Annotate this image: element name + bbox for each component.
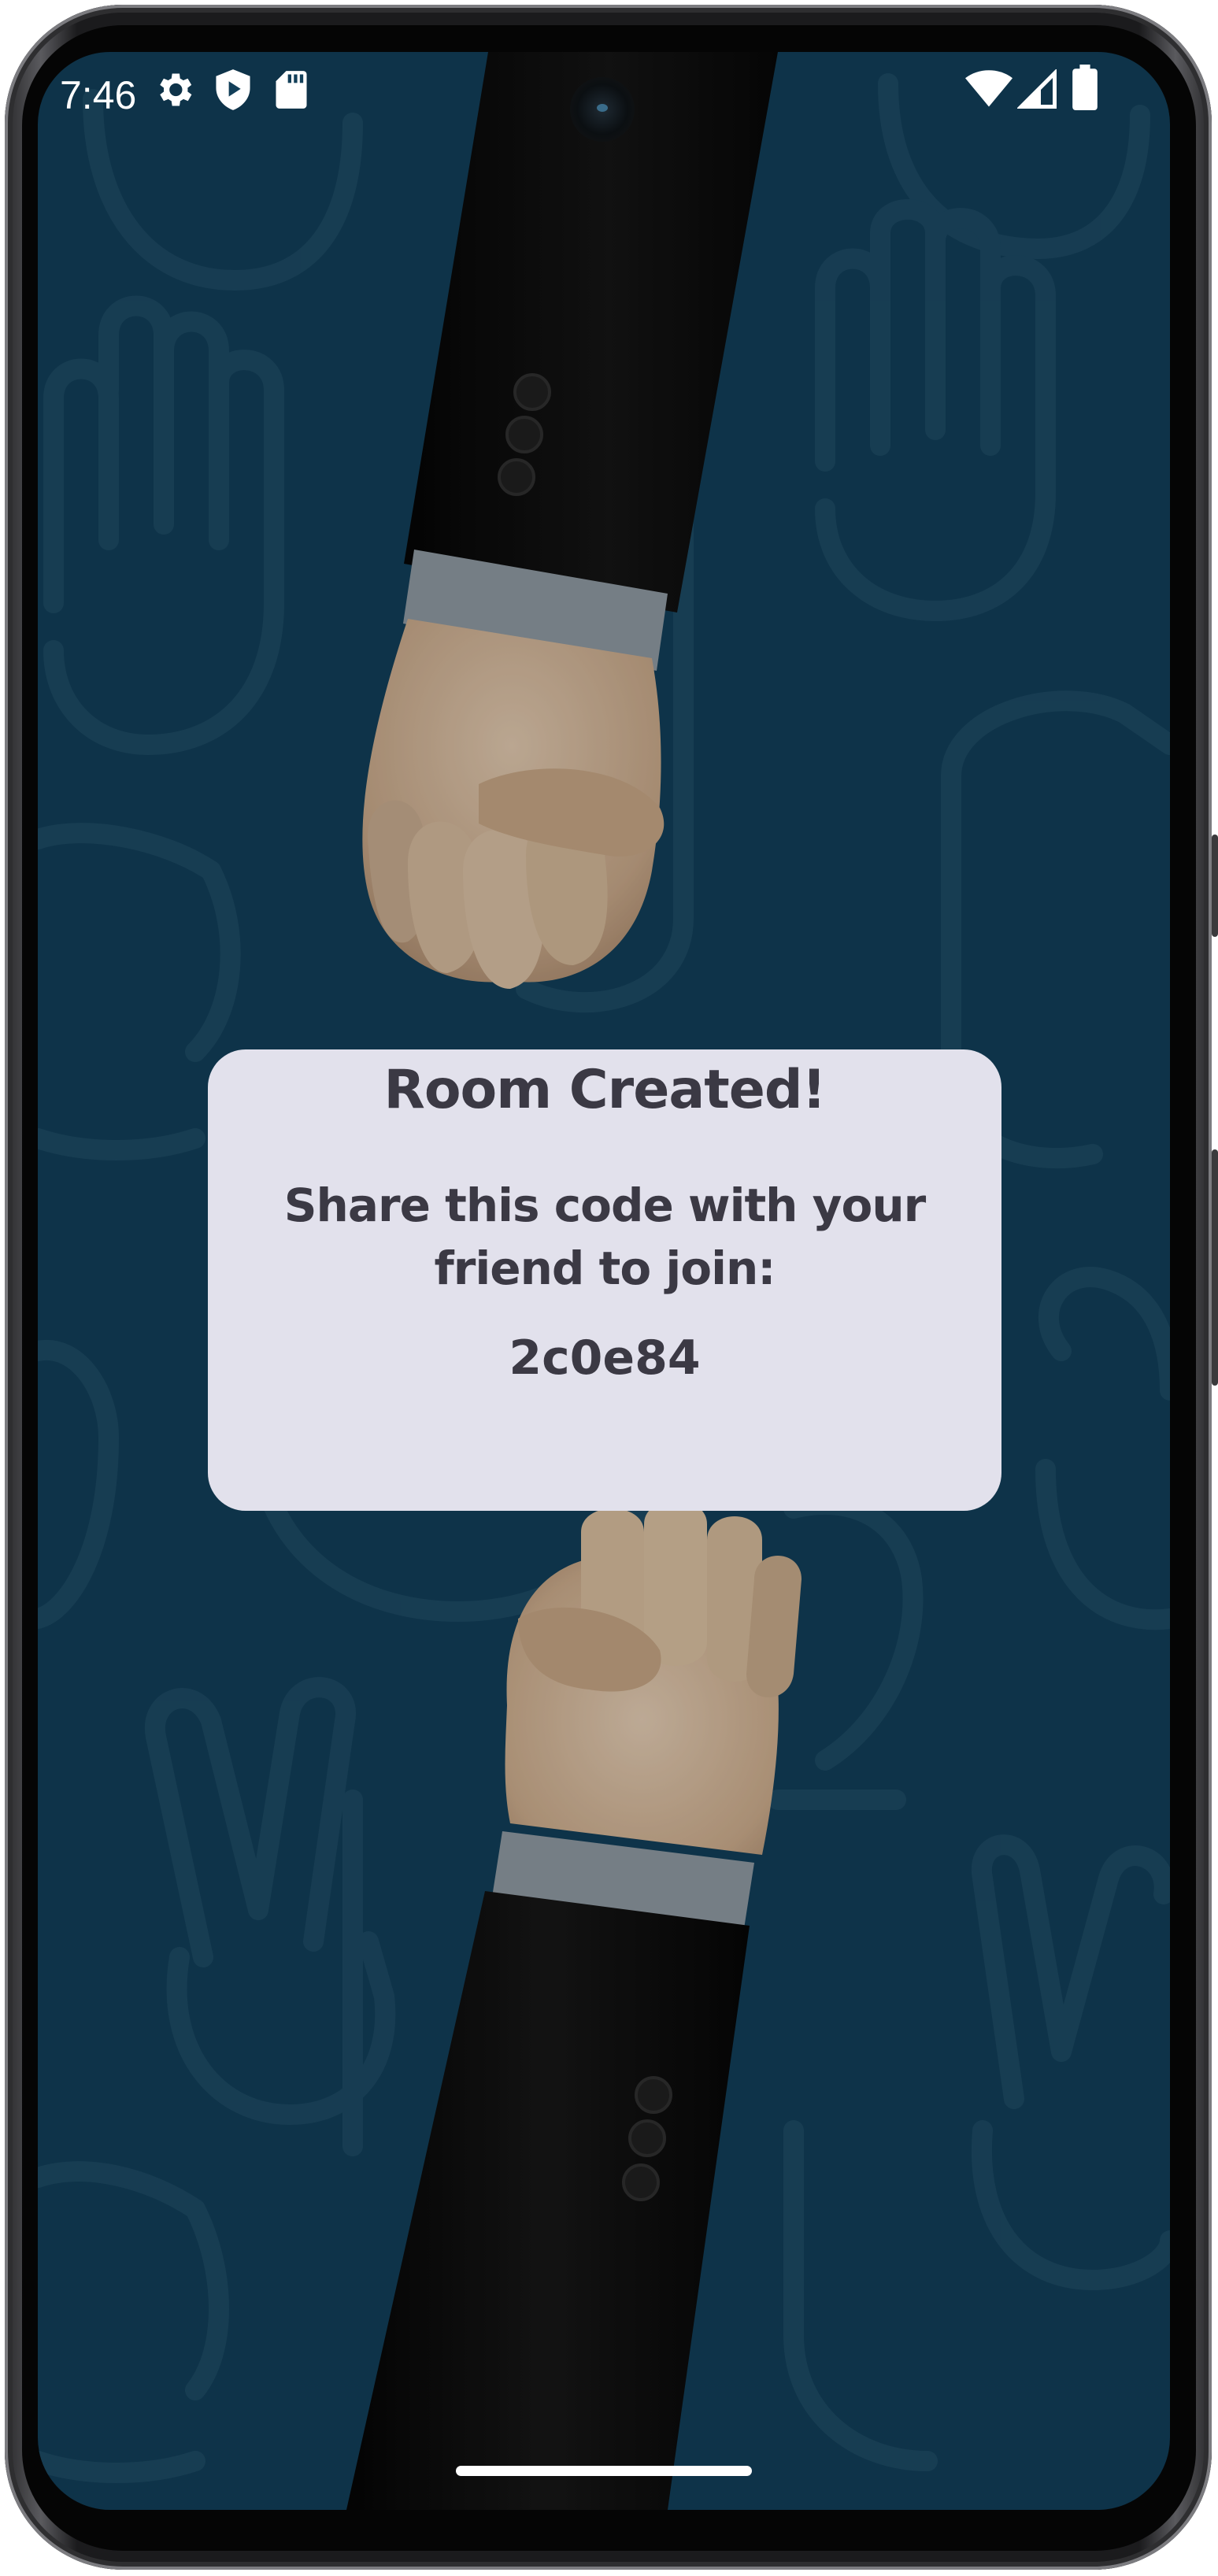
room-code[interactable]: 2c0e84 <box>208 1327 1001 1390</box>
wifi-icon <box>965 70 1013 107</box>
dialog-message: Share this code with your friend to join… <box>283 1179 926 1295</box>
status-time: 7:46 <box>60 73 137 117</box>
volume-button <box>1212 1149 1218 1386</box>
room-created-dialog: Room Created! Share this code with your … <box>208 1049 1001 1511</box>
cellular-signal-icon <box>1017 69 1057 109</box>
sd-card-icon <box>276 71 307 109</box>
device: 7:46 Room Created! Share this code with … <box>0 0 1218 2576</box>
shield-play-icon <box>216 69 250 110</box>
battery-icon <box>1072 65 1098 110</box>
front-camera <box>570 77 635 142</box>
home-indicator[interactable] <box>456 2466 752 2476</box>
app-screen: 7:46 Room Created! Share this code with … <box>38 52 1170 2510</box>
settings-gear-icon <box>160 73 192 106</box>
dialog-title: Room Created! <box>383 1059 826 1121</box>
power-button <box>1212 835 1218 937</box>
